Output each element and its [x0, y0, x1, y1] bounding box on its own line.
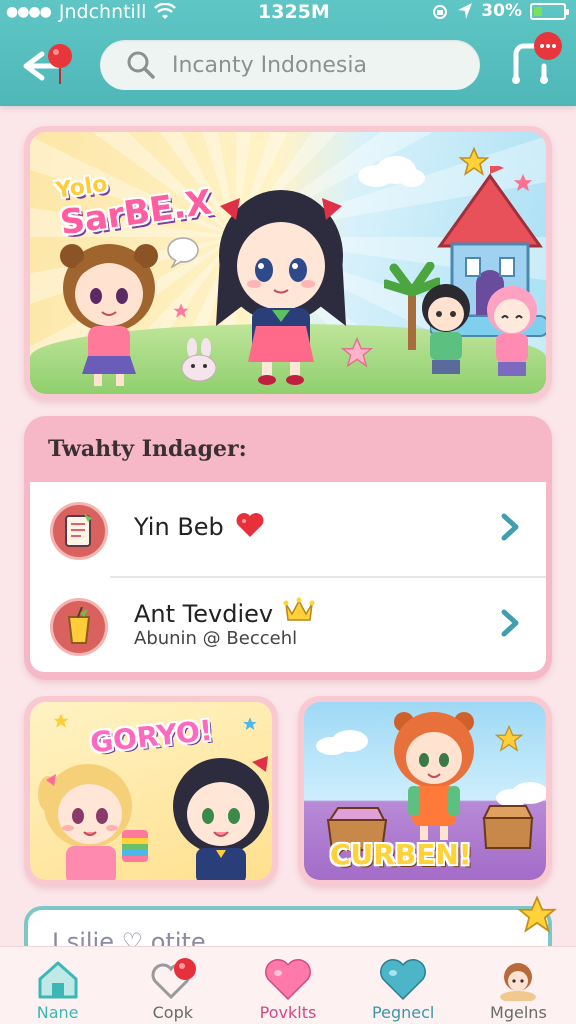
nav-item-mgelns[interactable]: Mgelns	[461, 947, 576, 1024]
heart-teal-icon	[380, 959, 427, 1001]
list-item[interactable]: Ant Tevdiev Abunin @ Beccеhl	[30, 578, 546, 672]
toy-illustration	[122, 830, 148, 862]
clock: 1325M	[258, 1, 330, 23]
heart-icon	[236, 513, 264, 537]
share-icon[interactable]	[504, 30, 566, 92]
list-body: Yin Beb Ant Tevdiev Abunin @ Beccеhl	[30, 482, 546, 672]
nav-item-pegnecl[interactable]: Pegnecl	[346, 947, 461, 1024]
character-main-girl	[216, 190, 346, 385]
back-arrow-icon[interactable]	[20, 44, 76, 88]
wifi-icon	[154, 3, 177, 19]
star-icon	[53, 713, 69, 728]
battery-percent: 30%	[481, 1, 522, 21]
carrier-name: Jndchntill	[58, 1, 147, 23]
trending-list-card: Twahty Indager: Yin Beb Ant Tevdiev Abun…	[24, 416, 552, 680]
crown-icon	[283, 597, 315, 621]
heart-icon	[265, 959, 311, 1001]
star-icon	[517, 895, 557, 933]
nav-item-copk[interactable]: Copk	[115, 947, 230, 1024]
game-card[interactable]: CURBEN!	[298, 696, 552, 886]
nav-label: Povklts	[259, 1003, 317, 1022]
nav-item-povklts[interactable]: Povklts	[230, 947, 345, 1024]
game-card[interactable]: GORYO!	[24, 696, 278, 886]
chevron-right-icon[interactable]	[498, 608, 522, 638]
heart-outline-icon	[151, 958, 196, 1000]
nav-label: Mgelns	[490, 1003, 547, 1022]
speech-bubble-icon	[167, 237, 199, 268]
character-dark-hair-girl	[173, 756, 269, 880]
game-card-title: CURBEN!	[330, 838, 472, 871]
app-header: ●●●● Jndchntill 1325M 30%	[0, 0, 576, 106]
list-item-name: Ant Tevdiev	[134, 596, 315, 628]
banner-illustration: Yolo SarBE.X	[30, 132, 546, 394]
avatar-icon	[500, 963, 537, 1001]
list-item-name: Yin Beb	[134, 512, 265, 541]
featured-banner[interactable]: Yolo SarBE.X	[24, 126, 552, 400]
cloud-icon	[358, 156, 425, 187]
list-item-subtitle: Abunin @ Beccеhl	[134, 628, 298, 649]
treasure-chest-icon	[482, 805, 534, 849]
notebook-icon	[50, 502, 108, 560]
nav-label: Nane	[36, 1003, 79, 1022]
bunny-illustration	[181, 338, 217, 382]
location-icon	[458, 3, 473, 19]
star-icon	[458, 146, 490, 176]
signal-strength-icon: ●●●●	[6, 4, 52, 20]
home-icon	[38, 961, 78, 999]
search-bar[interactable]	[100, 40, 480, 90]
nav-label: Copk	[152, 1003, 193, 1022]
battery-icon	[530, 2, 569, 20]
character-brown-hair	[60, 244, 158, 386]
search-input[interactable]	[172, 52, 472, 78]
search-icon	[127, 51, 155, 79]
juice-cup-icon	[50, 598, 108, 656]
list-title: Twahty Indager:	[48, 436, 247, 462]
game-card-illustration: GORYO!	[30, 702, 272, 880]
nav-label: Pegnecl	[372, 1003, 435, 1022]
star-icon	[494, 724, 524, 752]
nav-item-home[interactable]: Nane	[0, 947, 115, 1024]
cloud-icon	[316, 730, 368, 755]
character-pink-hair	[487, 286, 537, 376]
star-icon	[243, 717, 257, 730]
character-redhead	[394, 712, 474, 840]
chevron-right-icon[interactable]	[498, 512, 522, 542]
game-card-illustration: CURBEN!	[304, 702, 546, 880]
status-bar: ●●●● Jndchntill 1325M 30%	[0, 0, 576, 26]
star-icon	[513, 173, 533, 192]
lock-rotation-icon	[433, 5, 448, 19]
character-boy	[422, 284, 470, 374]
battery-fill	[534, 6, 543, 16]
list-item[interactable]: Yin Beb	[30, 482, 546, 576]
bottom-nav: Nane Copk Povklts Pegnecl Mgelns	[0, 946, 576, 1024]
star-icon	[173, 303, 189, 318]
